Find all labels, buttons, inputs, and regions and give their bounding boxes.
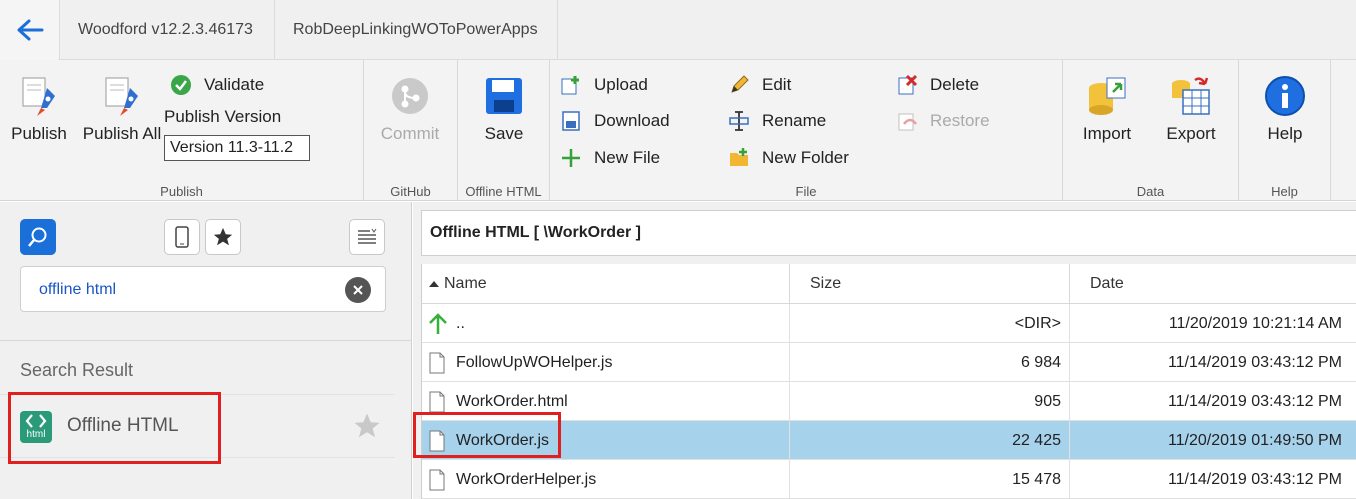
rocket-document-icon <box>100 74 144 118</box>
table-row[interactable]: .. <DIR> 11/20/2019 10:21:14 AM <box>422 304 1356 343</box>
plus-icon <box>560 147 582 169</box>
table-row-selected[interactable]: WorkOrder.js 22 425 11/20/2019 01:49:50 … <box>422 421 1356 460</box>
search-icon <box>28 227 47 247</box>
help-group: Help Help <box>1239 60 1331 201</box>
delete-file-icon <box>896 74 918 96</box>
clear-search-button[interactable] <box>345 277 371 303</box>
import-database-icon <box>1085 74 1129 118</box>
import-button[interactable]: Import <box>1075 74 1139 144</box>
floppy-disk-icon <box>482 74 526 118</box>
offline-html-group: Save Offline HTML <box>458 60 550 201</box>
file-grid: Name Size Date .. <DIR> 11/20/2019 10:21… <box>421 264 1356 499</box>
search-input[interactable] <box>39 278 339 302</box>
highlight-box <box>413 412 561 458</box>
highlight-box <box>8 392 221 464</box>
group-label: Help <box>1271 184 1298 199</box>
github-group: Commit GitHub <box>364 60 458 201</box>
list-icon <box>358 228 377 244</box>
file-icon <box>429 469 445 490</box>
search-box <box>20 266 386 312</box>
group-label: Offline HTML <box>465 184 542 199</box>
help-button[interactable]: Help <box>1249 74 1321 144</box>
back-button[interactable] <box>0 0 60 60</box>
column-header-size[interactable]: Size <box>790 264 1070 304</box>
sort-up-icon <box>429 280 439 287</box>
publish-button[interactable]: Publish <box>8 74 70 144</box>
search-mode-button[interactable] <box>20 219 56 255</box>
search-result-heading: Search Result <box>20 360 134 380</box>
publish-group: Publish Publish All Validate Publish Ver… <box>0 60 364 201</box>
mobile-filter-button[interactable] <box>164 219 200 255</box>
file-group: Upload Download New File Edit Rename New… <box>550 60 1063 201</box>
publish-version-label: Publish Version <box>164 107 282 126</box>
title-bar: Woodford v12.2.3.46173 RobDeepLinkingWOT… <box>0 0 1356 60</box>
rename-cursor-icon <box>728 110 750 132</box>
git-icon <box>388 74 432 118</box>
download-button[interactable]: Download <box>560 108 670 134</box>
group-label: Data <box>1136 184 1165 199</box>
table-row[interactable]: WorkOrderHelper.js 15 478 11/14/2019 03:… <box>422 460 1356 499</box>
export-button[interactable]: Export <box>1159 74 1223 144</box>
new-file-button[interactable]: New File <box>560 145 660 171</box>
right-panel: Offline HTML [ \WorkOrder ] Name Size Da… <box>413 202 1356 499</box>
column-header-date[interactable]: Date <box>1070 264 1356 304</box>
version-dropdown[interactable]: Version 11.3-11.2 <box>164 135 310 161</box>
divider <box>0 340 412 341</box>
restore-icon <box>896 110 918 132</box>
favorites-filter-button[interactable] <box>205 219 241 255</box>
mobile-phone-icon <box>175 226 189 248</box>
ribbon-toolbar: Publish Publish All Validate Publish Ver… <box>0 60 1356 201</box>
commit-button[interactable]: Commit <box>374 74 446 144</box>
edit-button[interactable]: Edit <box>728 72 791 98</box>
star-icon <box>354 413 380 438</box>
restore-button[interactable]: Restore <box>896 108 990 134</box>
group-label: GitHub <box>390 184 431 199</box>
pencil-icon <box>728 74 750 96</box>
list-options-button[interactable] <box>349 219 385 255</box>
group-label: Publish <box>160 184 203 199</box>
info-icon <box>1263 74 1307 118</box>
check-circle-icon <box>170 74 192 96</box>
favorite-star-button[interactable] <box>352 411 382 446</box>
close-icon <box>353 285 363 295</box>
new-folder-button[interactable]: New Folder <box>728 145 849 171</box>
validate-button[interactable]: Validate <box>170 72 264 98</box>
table-row[interactable]: FollowUpWOHelper.js 6 984 11/14/2019 03:… <box>422 343 1356 382</box>
group-label: File <box>795 184 817 199</box>
tab-version[interactable]: Woodford v12.2.3.46173 <box>60 0 275 60</box>
publish-all-button[interactable]: Publish All <box>80 74 164 144</box>
delete-button[interactable]: Delete <box>896 72 979 98</box>
download-icon <box>560 110 582 132</box>
rocket-document-icon <box>17 74 61 118</box>
folder-plus-icon <box>728 147 750 169</box>
file-icon <box>429 391 445 412</box>
tab-project[interactable]: RobDeepLinkingWOToPowerApps <box>275 0 558 60</box>
upload-icon <box>560 74 582 96</box>
save-button[interactable]: Save <box>468 74 540 144</box>
table-row[interactable]: WorkOrder.html 905 11/14/2019 03:43:12 P… <box>422 382 1356 421</box>
export-table-icon <box>1169 74 1213 118</box>
file-icon <box>429 352 445 373</box>
left-panel: Search Result html Offline HTML <box>0 202 412 499</box>
back-arrow-icon <box>17 19 43 41</box>
upload-button[interactable]: Upload <box>560 72 648 98</box>
data-group: Import Export Data <box>1063 60 1239 201</box>
star-icon <box>213 227 233 246</box>
path-bar: Offline HTML [ \WorkOrder ] <box>421 210 1356 256</box>
column-header-name[interactable]: Name <box>422 264 790 304</box>
rename-button[interactable]: Rename <box>728 108 826 134</box>
arrow-up-icon <box>429 312 447 334</box>
